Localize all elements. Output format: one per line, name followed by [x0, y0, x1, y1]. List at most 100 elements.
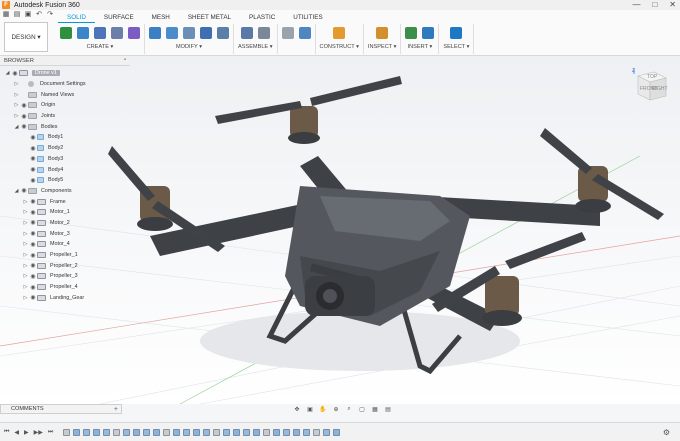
tool-icon[interactable]: [281, 27, 294, 39]
timeline-feature-icon[interactable]: [193, 428, 201, 436]
tool-icon[interactable]: [94, 27, 106, 39]
timeline-feature-icon[interactable]: [203, 428, 211, 436]
pin-icon[interactable]: ▪: [124, 57, 126, 63]
tree-item[interactable]: ▷ ◉ Frame: [0, 196, 130, 207]
timeline-control-icon[interactable]: ⏮: [4, 429, 9, 436]
tool-icon[interactable]: [200, 27, 212, 39]
tab-utilities[interactable]: UTILITIES: [284, 13, 331, 23]
redo-icon[interactable]: ↷: [46, 11, 54, 19]
timeline-feature-icon[interactable]: [103, 428, 111, 436]
eye-icon[interactable]: ◉: [29, 241, 37, 248]
tool-group-label[interactable]: MODIFY ▾: [176, 44, 202, 50]
tab-mesh[interactable]: MESH: [143, 13, 179, 23]
tool-group-label[interactable]: ASSEMBLE ▾: [238, 44, 273, 50]
timeline-settings-icon[interactable]: ⚙: [663, 428, 670, 437]
eye-icon[interactable]: ◉: [29, 209, 37, 216]
eye-icon[interactable]: ◉: [29, 155, 37, 162]
tool-icon[interactable]: [257, 27, 270, 39]
tab-solid[interactable]: SOLID: [58, 13, 95, 23]
tool-icon[interactable]: [422, 27, 435, 39]
expand-arrow-icon[interactable]: ▷: [22, 231, 29, 237]
eye-icon[interactable]: ◉: [20, 102, 28, 109]
expand-arrow-icon[interactable]: ◢: [13, 188, 20, 194]
tool-icon[interactable]: [60, 27, 72, 39]
tool-icon[interactable]: [111, 27, 123, 39]
tree-item[interactable]: ▷ ◉ Landing_Gear: [0, 292, 130, 303]
timeline-feature-icon[interactable]: [313, 428, 321, 436]
tree-item[interactable]: ▷ ◉ Motor_2: [0, 218, 130, 229]
timeline-control-icon[interactable]: ▶▶: [34, 429, 43, 436]
tree-item[interactable]: ◢ ◉ Components: [0, 186, 130, 197]
eye-icon[interactable]: ◉: [29, 145, 37, 152]
tool-icon[interactable]: [376, 27, 389, 39]
eye-icon[interactable]: ◉: [20, 123, 28, 130]
expand-arrow-icon[interactable]: ▷: [22, 284, 29, 290]
timeline-feature-icon[interactable]: [223, 428, 231, 436]
timeline-feature-icon[interactable]: [93, 428, 101, 436]
tool-icon[interactable]: [333, 27, 346, 39]
timeline-feature-icon[interactable]: [273, 428, 281, 436]
eye-icon[interactable]: ◉: [11, 70, 19, 77]
tree-item[interactable]: ▷ ◉ Motor_4: [0, 239, 130, 250]
eye-icon[interactable]: ◉: [20, 113, 28, 120]
expand-arrow-icon[interactable]: ▷: [22, 241, 29, 247]
timeline-feature-icon[interactable]: [153, 428, 161, 436]
tool-icon[interactable]: [217, 27, 229, 39]
nav-tool-icon[interactable]: ▤: [383, 406, 393, 413]
timeline-feature-icon[interactable]: [283, 428, 291, 436]
tool-icon[interactable]: [77, 27, 89, 39]
timeline-feature-icon[interactable]: [123, 428, 131, 436]
minimize-button[interactable]: —: [632, 0, 640, 9]
timeline-feature-icon[interactable]: [73, 428, 81, 436]
tab-plastic[interactable]: PLASTIC: [240, 13, 284, 23]
tree-item[interactable]: ▷ ◉ Motor_1: [0, 207, 130, 218]
nav-tool-icon[interactable]: ▢: [357, 406, 367, 413]
eye-icon[interactable]: ◉: [29, 294, 37, 301]
timeline-feature-icon[interactable]: [143, 428, 151, 436]
expand-arrow-icon[interactable]: ▷: [13, 102, 20, 108]
tree-item[interactable]: ▷ ◉ Propeller_1: [0, 250, 130, 261]
timeline-control-icon[interactable]: ▶: [24, 429, 29, 436]
file-menu-icon[interactable]: ▤: [13, 11, 21, 19]
undo-icon[interactable]: ↶: [35, 11, 43, 19]
eye-icon[interactable]: ◉: [29, 198, 37, 205]
tool-icon[interactable]: [128, 27, 140, 39]
tool-icon[interactable]: [240, 27, 253, 39]
eye-icon[interactable]: ◉: [29, 166, 37, 173]
maximize-button[interactable]: □: [652, 0, 657, 9]
nav-tool-icon[interactable]: ⊕: [331, 406, 341, 413]
tree-item[interactable]: ◉ Body1: [0, 132, 130, 143]
nav-tool-icon[interactable]: ✋: [318, 406, 328, 413]
tree-item[interactable]: ▷ ◉ Propeller_3: [0, 271, 130, 282]
timeline-feature-icon[interactable]: [253, 428, 261, 436]
view-cube[interactable]: FRONT RIGHT TOP Z: [628, 66, 670, 106]
timeline-feature-icon[interactable]: [113, 428, 121, 436]
collapse-arrow-icon[interactable]: ◢: [4, 70, 11, 76]
tool-group-label[interactable]: CREATE ▾: [87, 44, 114, 50]
timeline-feature-icon[interactable]: [63, 428, 71, 436]
eye-icon[interactable]: ◉: [29, 262, 37, 269]
eye-icon[interactable]: ◉: [29, 252, 37, 259]
tool-group-label[interactable]: INSERT ▾: [408, 44, 433, 50]
tool-icon[interactable]: [183, 27, 195, 39]
timeline-feature-icon[interactable]: [323, 428, 331, 436]
tree-item[interactable]: ◉ Body5: [0, 175, 130, 186]
add-comment-icon[interactable]: +: [114, 406, 118, 413]
timeline-feature-icon[interactable]: [173, 428, 181, 436]
eye-icon[interactable]: ◉: [29, 273, 37, 280]
close-button[interactable]: ✕: [669, 0, 676, 9]
nav-tool-icon[interactable]: ▦: [370, 406, 380, 413]
expand-arrow-icon[interactable]: ▷: [22, 263, 29, 269]
tree-item[interactable]: ▷ ◉ Origin: [0, 100, 130, 111]
timeline-feature-icon[interactable]: [233, 428, 241, 436]
timeline-feature-icon[interactable]: [163, 428, 171, 436]
tool-icon[interactable]: [166, 27, 178, 39]
eye-icon[interactable]: ◉: [29, 219, 37, 226]
tree-item[interactable]: ▷ Document Settings: [0, 79, 130, 90]
timeline-feature-icon[interactable]: [303, 428, 311, 436]
expand-arrow-icon[interactable]: ▷: [22, 273, 29, 279]
tab-surface[interactable]: SURFACE: [95, 13, 143, 23]
expand-arrow-icon[interactable]: ▷: [13, 81, 20, 87]
eye-icon[interactable]: ◉: [29, 284, 37, 291]
eye-icon[interactable]: ◉: [20, 187, 28, 194]
